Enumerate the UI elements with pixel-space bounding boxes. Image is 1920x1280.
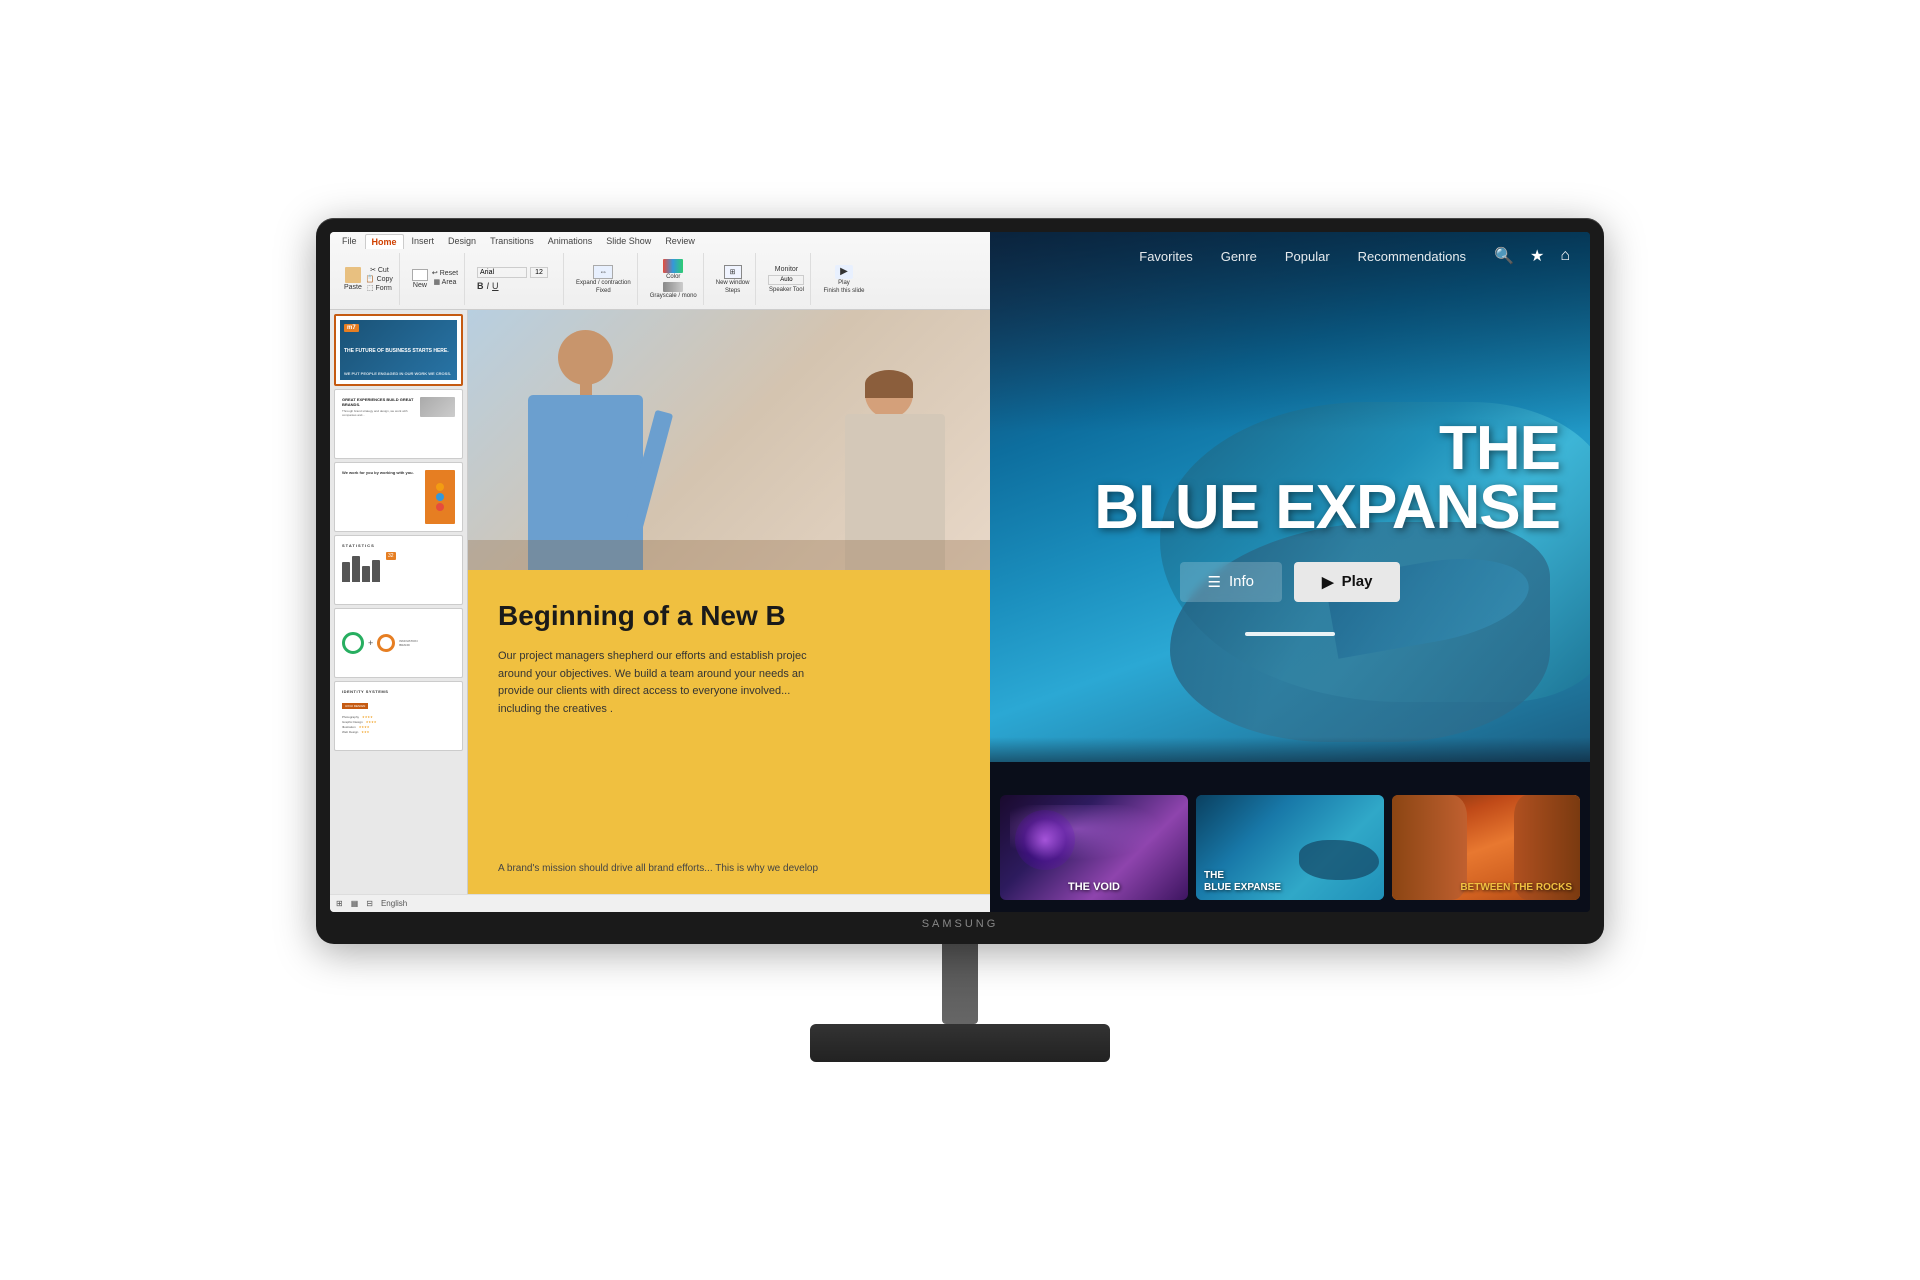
stream-nav: Favorites Genre Popular Recommendations … — [990, 232, 1590, 280]
slide6-title: IDENTITY SYSTEMS — [342, 689, 455, 694]
main-slide: Beginning of a New B Our project manager… — [468, 310, 990, 894]
slide-thumb-3[interactable]: 3 We work for you by working with you. — [334, 462, 463, 532]
menu-icon: ☰ — [1208, 573, 1221, 591]
hero-progress-bar — [1245, 632, 1335, 636]
nav-favorites[interactable]: Favorites — [1139, 249, 1192, 264]
expand-group: ⇔ Expand / contraction Fixed — [570, 253, 638, 305]
thumb-blue-label: THEBLUE EXPANSE — [1204, 870, 1281, 894]
slide1-badge: m7 — [344, 324, 359, 332]
paste-button[interactable]: Paste — [344, 267, 362, 291]
format-button[interactable]: ⬚ Form — [366, 284, 393, 292]
language-indicator: English — [381, 899, 407, 908]
slide-body: Our project managers shepherd our effort… — [498, 648, 960, 718]
bold-button[interactable]: B — [477, 281, 484, 291]
ribbon-tabs: File Home Insert Design Transitions — [334, 232, 986, 249]
thumb-void-label: THE VOID — [1019, 881, 1169, 894]
new-slide-button[interactable]: New — [412, 269, 428, 289]
cut-button[interactable]: ✂ Cut — [366, 266, 393, 274]
tab-animations[interactable]: Animations — [542, 234, 599, 249]
monitor-screen: File Home Insert Design Transitions — [330, 232, 1590, 912]
thumbnail-blue-expanse[interactable]: THEBLUE EXPANSE — [1196, 795, 1384, 900]
monitor-stand-base — [810, 1024, 1110, 1062]
fixed-button[interactable]: Fixed — [596, 288, 611, 294]
slide4-badge: 32 — [386, 552, 396, 560]
copy-button[interactable]: 📋 Copy — [366, 275, 393, 283]
streaming-section: Favorites Genre Popular Recommendations … — [990, 232, 1590, 912]
monitor-brand: SAMSUNG — [330, 912, 1590, 934]
slide-content-box: Beginning of a New B Our project manager… — [468, 570, 990, 894]
layout-button[interactable]: ▦ Area — [432, 278, 458, 286]
slide-thumb-5[interactable]: 5 + INNOVATION BRAND — [334, 608, 463, 678]
slide-thumb-4[interactable]: 4 STATISTICS 32 — [334, 535, 463, 605]
monitor-wrapper: File Home Insert Design Transitions — [316, 218, 1604, 1062]
slide4-title: STATISTICS — [342, 543, 455, 548]
color-group: Color Grayscale / mono — [644, 253, 704, 305]
slides-group: New ↩ Reset ▦ Area — [406, 253, 465, 305]
ppt-content-area: 1 m7 THE FUTURE OF BUSINESS STARTS HERE.… — [330, 310, 990, 894]
slide-main-heading: Beginning of a New B — [498, 600, 960, 632]
play-button[interactable]: ▶ Play — [835, 265, 853, 286]
steps-button[interactable]: Steps — [725, 288, 740, 294]
font-group: Arial 12 B I U — [471, 253, 564, 305]
thumbnail-void[interactable]: THE VOID — [1000, 795, 1188, 900]
tab-review[interactable]: Review — [659, 234, 701, 249]
color-button[interactable]: Color — [663, 259, 683, 280]
underline-button[interactable]: U — [492, 281, 499, 291]
info-button[interactable]: ☰ Info — [1180, 562, 1282, 602]
powerpoint-section: File Home Insert Design Transitions — [330, 232, 990, 912]
ppt-statusbar: ⊞ ▦ ⊟ English — [330, 894, 990, 912]
hero-content: THE BLUE EXPANSE ☰ Info ▶ Play — [990, 420, 1590, 602]
reset-button[interactable]: ↩ Reset — [432, 269, 458, 277]
slide-thumb-1[interactable]: 1 m7 THE FUTURE OF BUSINESS STARTS HERE.… — [334, 314, 463, 386]
slide-footer: A brand's mission should drive all brand… — [498, 863, 818, 874]
new-window-button[interactable]: ⊞ New window — [716, 265, 750, 286]
play-group: ▶ Play Finish this slide — [817, 253, 870, 305]
tab-home[interactable]: Home — [365, 234, 404, 249]
thumbnail-between-rocks[interactable]: BETWEEN THE ROCKS — [1392, 795, 1580, 900]
tab-design[interactable]: Design — [442, 234, 482, 249]
slide6-badge: UX/UI DESIGN — [342, 703, 368, 709]
nav-popular[interactable]: Popular — [1285, 249, 1330, 264]
tab-slideshow[interactable]: Slide Show — [600, 234, 657, 249]
finish-slide-button[interactable]: Finish this slide — [823, 288, 864, 294]
slide-top-image — [468, 310, 990, 570]
play-icon: ▶ — [1322, 573, 1334, 591]
tab-transitions[interactable]: Transitions — [484, 234, 540, 249]
slide3-text: We work for you by working with you. — [342, 470, 422, 475]
progress-bar-area — [990, 632, 1590, 636]
nav-recommendations[interactable]: Recommendations — [1358, 249, 1466, 264]
slide-thumb-6[interactable]: 6 IDENTITY SYSTEMS UX/UI DESIGN Photogra… — [334, 681, 463, 751]
ribbon-toolbar: Paste ✂ Cut 📋 Copy ⬚ Form — [334, 249, 986, 309]
ribbon: File Home Insert Design Transitions — [330, 232, 990, 310]
slide1-title: THE FUTURE OF BUSINESS STARTS HERE. — [344, 348, 453, 355]
nav-genre[interactable]: Genre — [1221, 249, 1257, 264]
speaker-tool-button[interactable]: Speaker Tool — [769, 287, 804, 293]
favorites-icon[interactable]: ★ — [1530, 246, 1544, 266]
search-icon[interactable]: 🔍 — [1494, 246, 1514, 266]
thumb-rocks-label: BETWEEN THE ROCKS — [1460, 882, 1572, 894]
hero-title: THE BLUE EXPANSE — [1020, 420, 1560, 538]
nav-icons: 🔍 ★ ⌂ — [1494, 246, 1570, 266]
thumbnails-section: THE VOID THEBLUE EXPANSE — [990, 737, 1590, 912]
home-icon[interactable]: ⌂ — [1560, 247, 1570, 265]
monitor-frame: File Home Insert Design Transitions — [316, 218, 1604, 944]
monitor-button[interactable]: Monitor — [775, 266, 798, 273]
italic-button[interactable]: I — [487, 281, 490, 291]
hero-buttons: ☰ Info ▶ Play — [1020, 562, 1560, 602]
grayscale-button[interactable]: Grayscale / mono — [650, 282, 697, 299]
tab-insert[interactable]: Insert — [406, 234, 441, 249]
monitor-stand-neck — [942, 944, 978, 1024]
clipboard-group: Paste ✂ Cut 📋 Copy ⬚ Form — [338, 253, 400, 305]
slide-canvas: Beginning of a New B Our project manager… — [468, 310, 990, 894]
tab-file[interactable]: File — [336, 234, 363, 249]
monitor-group: Monitor Auto Speaker Tool — [762, 253, 811, 305]
slide-thumb-2[interactable]: 2 GREAT EXPERIENCES BUILD GREAT BRANDS. … — [334, 389, 463, 459]
play-button[interactable]: ▶ Play — [1294, 562, 1400, 602]
window-group: ⊞ New window Steps — [710, 253, 757, 305]
expand-button[interactable]: ⇔ Expand / contraction — [576, 265, 631, 286]
slide-panel[interactable]: 1 m7 THE FUTURE OF BUSINESS STARTS HERE.… — [330, 310, 468, 894]
